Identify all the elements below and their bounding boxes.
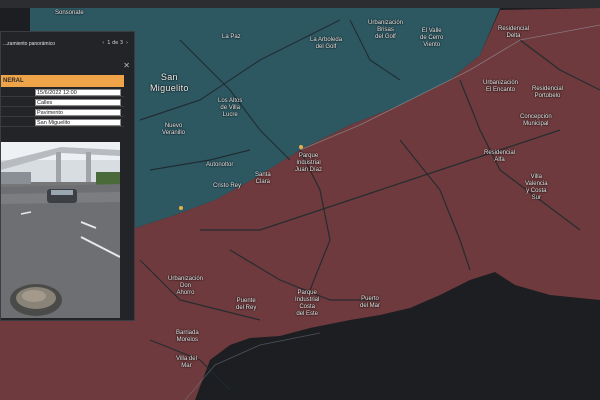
poi-marker[interactable] <box>179 206 183 210</box>
feature-popup: ...zamiento panorámico ‹ 1 de 3 › ✕ NERA… <box>0 31 135 321</box>
map-label-villa-valencia: Villa Valencia y Costa Sur <box>525 174 548 201</box>
map-label-san-miguelito: San Miguelito <box>150 72 189 93</box>
attribute-row: Calles <box>1 98 124 107</box>
section-header: NERAL <box>1 75 124 87</box>
building <box>1 172 31 184</box>
map-label-urb-don-ahorro: Urbanización Don Ahorro <box>168 276 204 296</box>
trees <box>96 172 120 186</box>
map-label-parque-juan-diaz: Parque Industrial Juan Díaz <box>295 153 323 173</box>
pager-prev-button[interactable]: ‹ <box>102 40 104 46</box>
map-label-res-alfa: Residencial Alfa <box>484 150 516 163</box>
car-window <box>51 190 73 195</box>
map-label-puente-del-rey: Puente del Rey <box>236 298 257 311</box>
attribute-value-surface: Pavimento <box>35 109 121 116</box>
map-label-barriada-morelos: Barriada Morelos <box>176 330 199 343</box>
map-label-sonsonate: Sonsonate <box>55 10 84 16</box>
map-label-concepcion: Concepción Municipal <box>520 114 552 127</box>
pothole-gravel <box>22 290 46 302</box>
top-bar <box>0 0 600 8</box>
map-label-res-portobelo: Residencial Portobelo <box>532 86 564 99</box>
map-label-villa-del-mar: Villa del Mar <box>176 356 197 369</box>
popup-title: ...zamiento panorámico <box>3 41 55 47</box>
street-photo[interactable] <box>1 142 120 318</box>
map-label-la-arboleda: La Arboleda del Golf <box>310 37 343 50</box>
map-label-santa-clara: Santa Clara <box>255 172 271 185</box>
map-label-autonoltor: Autonoltor <box>206 162 234 168</box>
popup-pager: ‹ 1 de 3 › <box>102 40 128 46</box>
overpass-pillar <box>86 152 91 182</box>
overpass-pillar <box>56 152 61 182</box>
pager-text: 1 de 3 <box>107 40 123 46</box>
map-label-puerto-del-mar: Puerto del Mar <box>360 296 381 309</box>
map-label-urb-el-encanto: Urbanización El Encanto <box>483 80 519 93</box>
pager-next-button[interactable]: › <box>126 40 128 46</box>
map-label-la-paz: La Paz <box>222 34 241 40</box>
attribute-value-type: Calles <box>35 99 121 106</box>
attribute-value-district: San Miguelito <box>35 119 121 126</box>
map-label-urb-brisas: Urbanización Brisas del Golf <box>368 20 404 40</box>
attribute-row: 15/6/2022 12:00 <box>1 88 124 97</box>
map-label-los-altos: Los Altos de Villa Lucre <box>218 98 243 118</box>
map-label-parque-costa-este: Parque Industrial Costa del Este <box>295 290 320 317</box>
attribute-value-date: 15/6/2022 12:00 <box>35 89 121 96</box>
attribute-row: San Miguelito <box>1 118 124 127</box>
poi-marker[interactable] <box>299 145 303 149</box>
attribute-row: Pavimento <box>1 108 124 117</box>
map-label-el-valle: El Valle de Cerro Viento <box>420 28 444 48</box>
close-icon[interactable]: ✕ <box>123 61 130 70</box>
map-label-cristo-rey: Cristo Rey <box>213 183 242 189</box>
map-label-nuevo-veranillo: Nuevo Veranillo <box>162 123 186 136</box>
map-label-residencial-delta: Residencial Delta <box>498 26 530 39</box>
